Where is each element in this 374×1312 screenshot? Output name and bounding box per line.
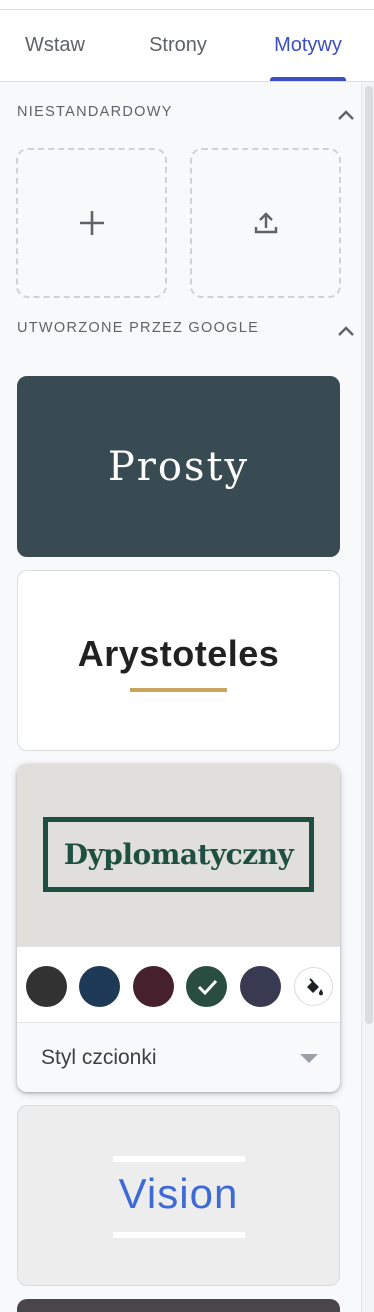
theme-name-vision: Vision [118, 1170, 239, 1217]
section-title-custom: NIESTANDARDOWY [17, 104, 173, 120]
top-edge [0, 0, 374, 10]
theme-name-dyplomatyczny: Dyplomatyczny [43, 817, 314, 892]
section-header-custom: NIESTANDARDOWY [17, 104, 357, 126]
chevron-up-icon[interactable] [335, 104, 357, 126]
theme-card-dyplomatyczny[interactable]: Dyplomatyczny Styl czcionki [17, 764, 340, 1092]
font-style-dropdown[interactable]: Styl czcionki [17, 1023, 340, 1092]
scrollbar-thumb[interactable] [365, 86, 373, 1024]
color-swatch-selected[interactable] [186, 966, 227, 1007]
theme-card-next-partial[interactable] [17, 1299, 340, 1312]
theme-preview[interactable]: Dyplomatyczny [17, 764, 340, 946]
decorative-bar-top [113, 1156, 245, 1162]
section-header-google: UTWORZONE PRZEZ GOOGLE [17, 320, 357, 342]
active-tab-indicator [270, 77, 346, 81]
theme-card-vision[interactable]: Vision [17, 1105, 340, 1286]
tab-strony[interactable]: Strony [118, 10, 238, 80]
tab-bar: Wstaw Strony Motywy [0, 10, 374, 82]
color-swatch[interactable] [133, 966, 174, 1007]
upload-theme-button[interactable] [190, 148, 341, 298]
tab-wstaw[interactable]: Wstaw [0, 10, 110, 80]
color-swatch[interactable] [240, 966, 281, 1007]
dropdown-arrow-icon [300, 1054, 318, 1063]
new-theme-button[interactable] [16, 148, 167, 298]
theme-name-arystoteles: Arystoteles [77, 633, 280, 674]
theme-card-arystoteles[interactable]: Arystoteles [17, 570, 340, 751]
decorative-bar-bottom [113, 1232, 245, 1238]
custom-color-button[interactable] [294, 967, 333, 1006]
color-swatch[interactable] [79, 966, 120, 1007]
accent-underline [130, 688, 227, 692]
font-style-label: Styl czcionki [41, 1046, 157, 1069]
chevron-up-icon[interactable] [335, 320, 357, 342]
section-title-google: UTWORZONE PRZEZ GOOGLE [17, 320, 260, 336]
color-swatch-row [17, 946, 340, 1023]
tab-motywy[interactable]: Motywy [258, 10, 358, 80]
theme-name-prosty: Prosty [107, 444, 250, 490]
theme-card-prosty[interactable]: Prosty [17, 376, 340, 557]
color-swatch[interactable] [26, 966, 67, 1007]
